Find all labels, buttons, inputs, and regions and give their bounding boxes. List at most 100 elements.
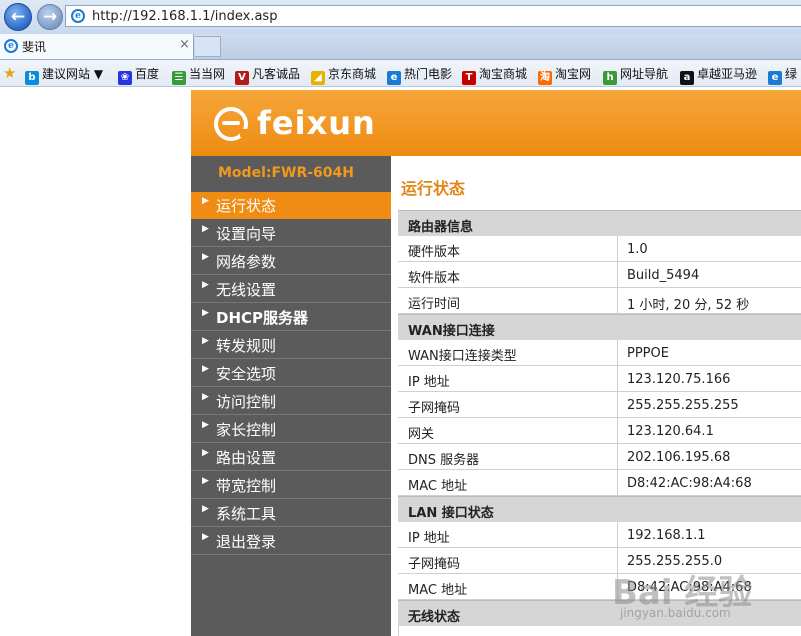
- column-divider: [617, 262, 618, 288]
- dangdang-icon: ☰: [172, 71, 186, 85]
- column-divider: [617, 522, 618, 548]
- row-label: 子网掩码: [408, 401, 461, 416]
- sidebar-item[interactable]: ▶ 网络参数: [191, 248, 391, 275]
- favorite-link[interactable]: b 建议网站 ▼: [25, 65, 103, 85]
- section-header: LAN 接口状态: [398, 496, 801, 522]
- row-label: 子网掩码: [408, 557, 461, 572]
- favorite-label: 淘宝网: [555, 67, 592, 81]
- close-tab-icon[interactable]: ×: [179, 37, 190, 52]
- chevron-right-icon: ▶: [202, 420, 209, 430]
- chevron-right-icon: ▶: [202, 504, 209, 514]
- feixun-logo-icon: [214, 107, 250, 141]
- sidebar-item-label: 路由设置: [216, 449, 277, 467]
- sidebar-item-label: 退出登录: [216, 533, 277, 551]
- sidebar-item-label: 访问控制: [216, 393, 277, 411]
- tab-strip: e 斐讯 ×: [0, 34, 801, 60]
- favorite-label: 绿: [785, 67, 798, 81]
- favorite-link[interactable]: ◢ 京东商城: [311, 65, 376, 85]
- url-input[interactable]: e http://192.168.1.1/index.asp: [65, 5, 801, 27]
- hao123-icon: h: [603, 71, 617, 85]
- favorite-label: 卓越亚马逊: [697, 67, 758, 81]
- row-label: 运行时间: [408, 297, 461, 312]
- row-value: 255.255.255.255: [627, 398, 739, 413]
- table-row: DNS 服务器 202.106.195.68: [398, 444, 801, 470]
- sidebar-item[interactable]: ▶ 无线设置: [191, 276, 391, 303]
- sidebar-item[interactable]: ▶ 设置向导: [191, 220, 391, 247]
- section-title: 无线状态: [408, 610, 461, 625]
- sidebar-item[interactable]: ▶ 系统工具: [191, 500, 391, 527]
- sidebar-item[interactable]: ▶ 访问控制: [191, 388, 391, 415]
- sidebar-item-label: 运行状态: [216, 197, 277, 215]
- favorite-link[interactable]: a 卓越亚马逊: [680, 65, 757, 85]
- sidebar-item[interactable]: ▶ 安全选项: [191, 360, 391, 387]
- sidebar-item[interactable]: ▶ DHCP服务器: [191, 304, 391, 331]
- model-label: Model:FWR-604H: [218, 165, 355, 181]
- favorite-label: 京东商城: [328, 67, 377, 81]
- column-divider: [617, 444, 618, 470]
- favorite-label: 淘宝商城: [479, 67, 528, 81]
- row-value: 123.120.64.1: [627, 424, 714, 439]
- amazon-icon: a: [680, 71, 694, 85]
- table-row: MAC 地址 D8:42:AC:98:A4:68: [398, 470, 801, 496]
- tab-title: 斐讯: [22, 40, 47, 54]
- chevron-right-icon: ▶: [202, 476, 209, 486]
- forward-button[interactable]: →: [37, 4, 63, 30]
- section-title: WAN接口连接: [408, 324, 495, 339]
- column-divider: [617, 418, 618, 444]
- column-divider: [617, 288, 618, 314]
- favorite-link[interactable]: ❀ 百度: [118, 65, 159, 85]
- row-label: MAC 地址: [408, 583, 468, 598]
- table-row: 软件版本 Build_5494: [398, 262, 801, 288]
- baidu-paw-icon: ❀: [118, 71, 132, 85]
- favorite-link[interactable]: T 淘宝商城: [462, 65, 527, 85]
- favorite-link[interactable]: ☰ 当当网: [172, 65, 225, 85]
- back-button[interactable]: ←: [4, 3, 32, 31]
- favorite-link[interactable]: e绿: [768, 65, 797, 85]
- row-label: DNS 服务器: [408, 453, 480, 468]
- sidebar-item-label: 安全选项: [216, 365, 277, 383]
- column-divider: [617, 392, 618, 418]
- sidebar-item[interactable]: ▶ 运行状态: [191, 192, 391, 219]
- sidebar-item[interactable]: ▶ 路由设置: [191, 444, 391, 471]
- favorite-label: 热门电影: [404, 67, 453, 81]
- favorite-link[interactable]: V 凡客诚品: [235, 65, 300, 85]
- favorite-link[interactable]: 淘淘宝网: [538, 65, 591, 85]
- browser-tab[interactable]: e 斐讯 ×: [0, 34, 194, 59]
- row-value: 123.120.75.166: [627, 372, 731, 387]
- sidebar-item-label: 网络参数: [216, 253, 277, 271]
- sidebar-item[interactable]: ▶ 带宽控制: [191, 472, 391, 499]
- sidebar-item[interactable]: ▶ 转发规则: [191, 332, 391, 359]
- sidebar-item-label: 家长控制: [216, 421, 277, 439]
- sidebar-item[interactable]: ▶ 家长控制: [191, 416, 391, 443]
- favorite-label: 建议网站 ▼: [42, 67, 104, 81]
- row-label: 软件版本: [408, 271, 461, 286]
- sidebar-item-label: 带宽控制: [216, 477, 277, 495]
- url-text[interactable]: http://192.168.1.1/index.asp: [92, 9, 277, 24]
- favorite-link[interactable]: h 网址导航: [603, 65, 668, 85]
- row-label: IP 地址: [408, 375, 450, 390]
- column-divider: [617, 236, 618, 262]
- table-row: 网关 123.120.64.1: [398, 418, 801, 444]
- row-value: Build_5494: [627, 268, 700, 283]
- table-row: 运行时间 1 小时, 20 分, 52 秒: [398, 288, 801, 314]
- row-value: D8:42:AC:98:A4:68: [627, 476, 752, 491]
- sidebar-item-label: 设置向导: [216, 225, 277, 243]
- favorites-star-icon[interactable]: ★: [3, 64, 16, 82]
- brand-logo-text: feixun: [257, 104, 376, 142]
- ie-page-icon: e: [768, 71, 782, 85]
- column-divider: [617, 366, 618, 392]
- table-row: IP 地址 192.168.1.1: [398, 522, 801, 548]
- table-row: 硬件版本 1.0: [398, 236, 801, 262]
- ie-page-icon: e: [387, 71, 401, 85]
- tmall-icon: T: [462, 71, 476, 85]
- chevron-right-icon: ▶: [202, 364, 209, 374]
- chevron-right-icon: ▶: [202, 280, 209, 290]
- row-value: 202.106.195.68: [627, 450, 731, 465]
- page-title: 运行状态: [401, 179, 466, 198]
- section-header: 路由器信息: [398, 210, 801, 236]
- new-tab-button[interactable]: [195, 36, 221, 57]
- sidebar-item[interactable]: ▶ 退出登录: [191, 528, 391, 555]
- favorite-link[interactable]: e 热门电影: [387, 65, 452, 85]
- chevron-right-icon: ▶: [202, 224, 209, 234]
- chevron-right-icon: ▶: [202, 532, 209, 542]
